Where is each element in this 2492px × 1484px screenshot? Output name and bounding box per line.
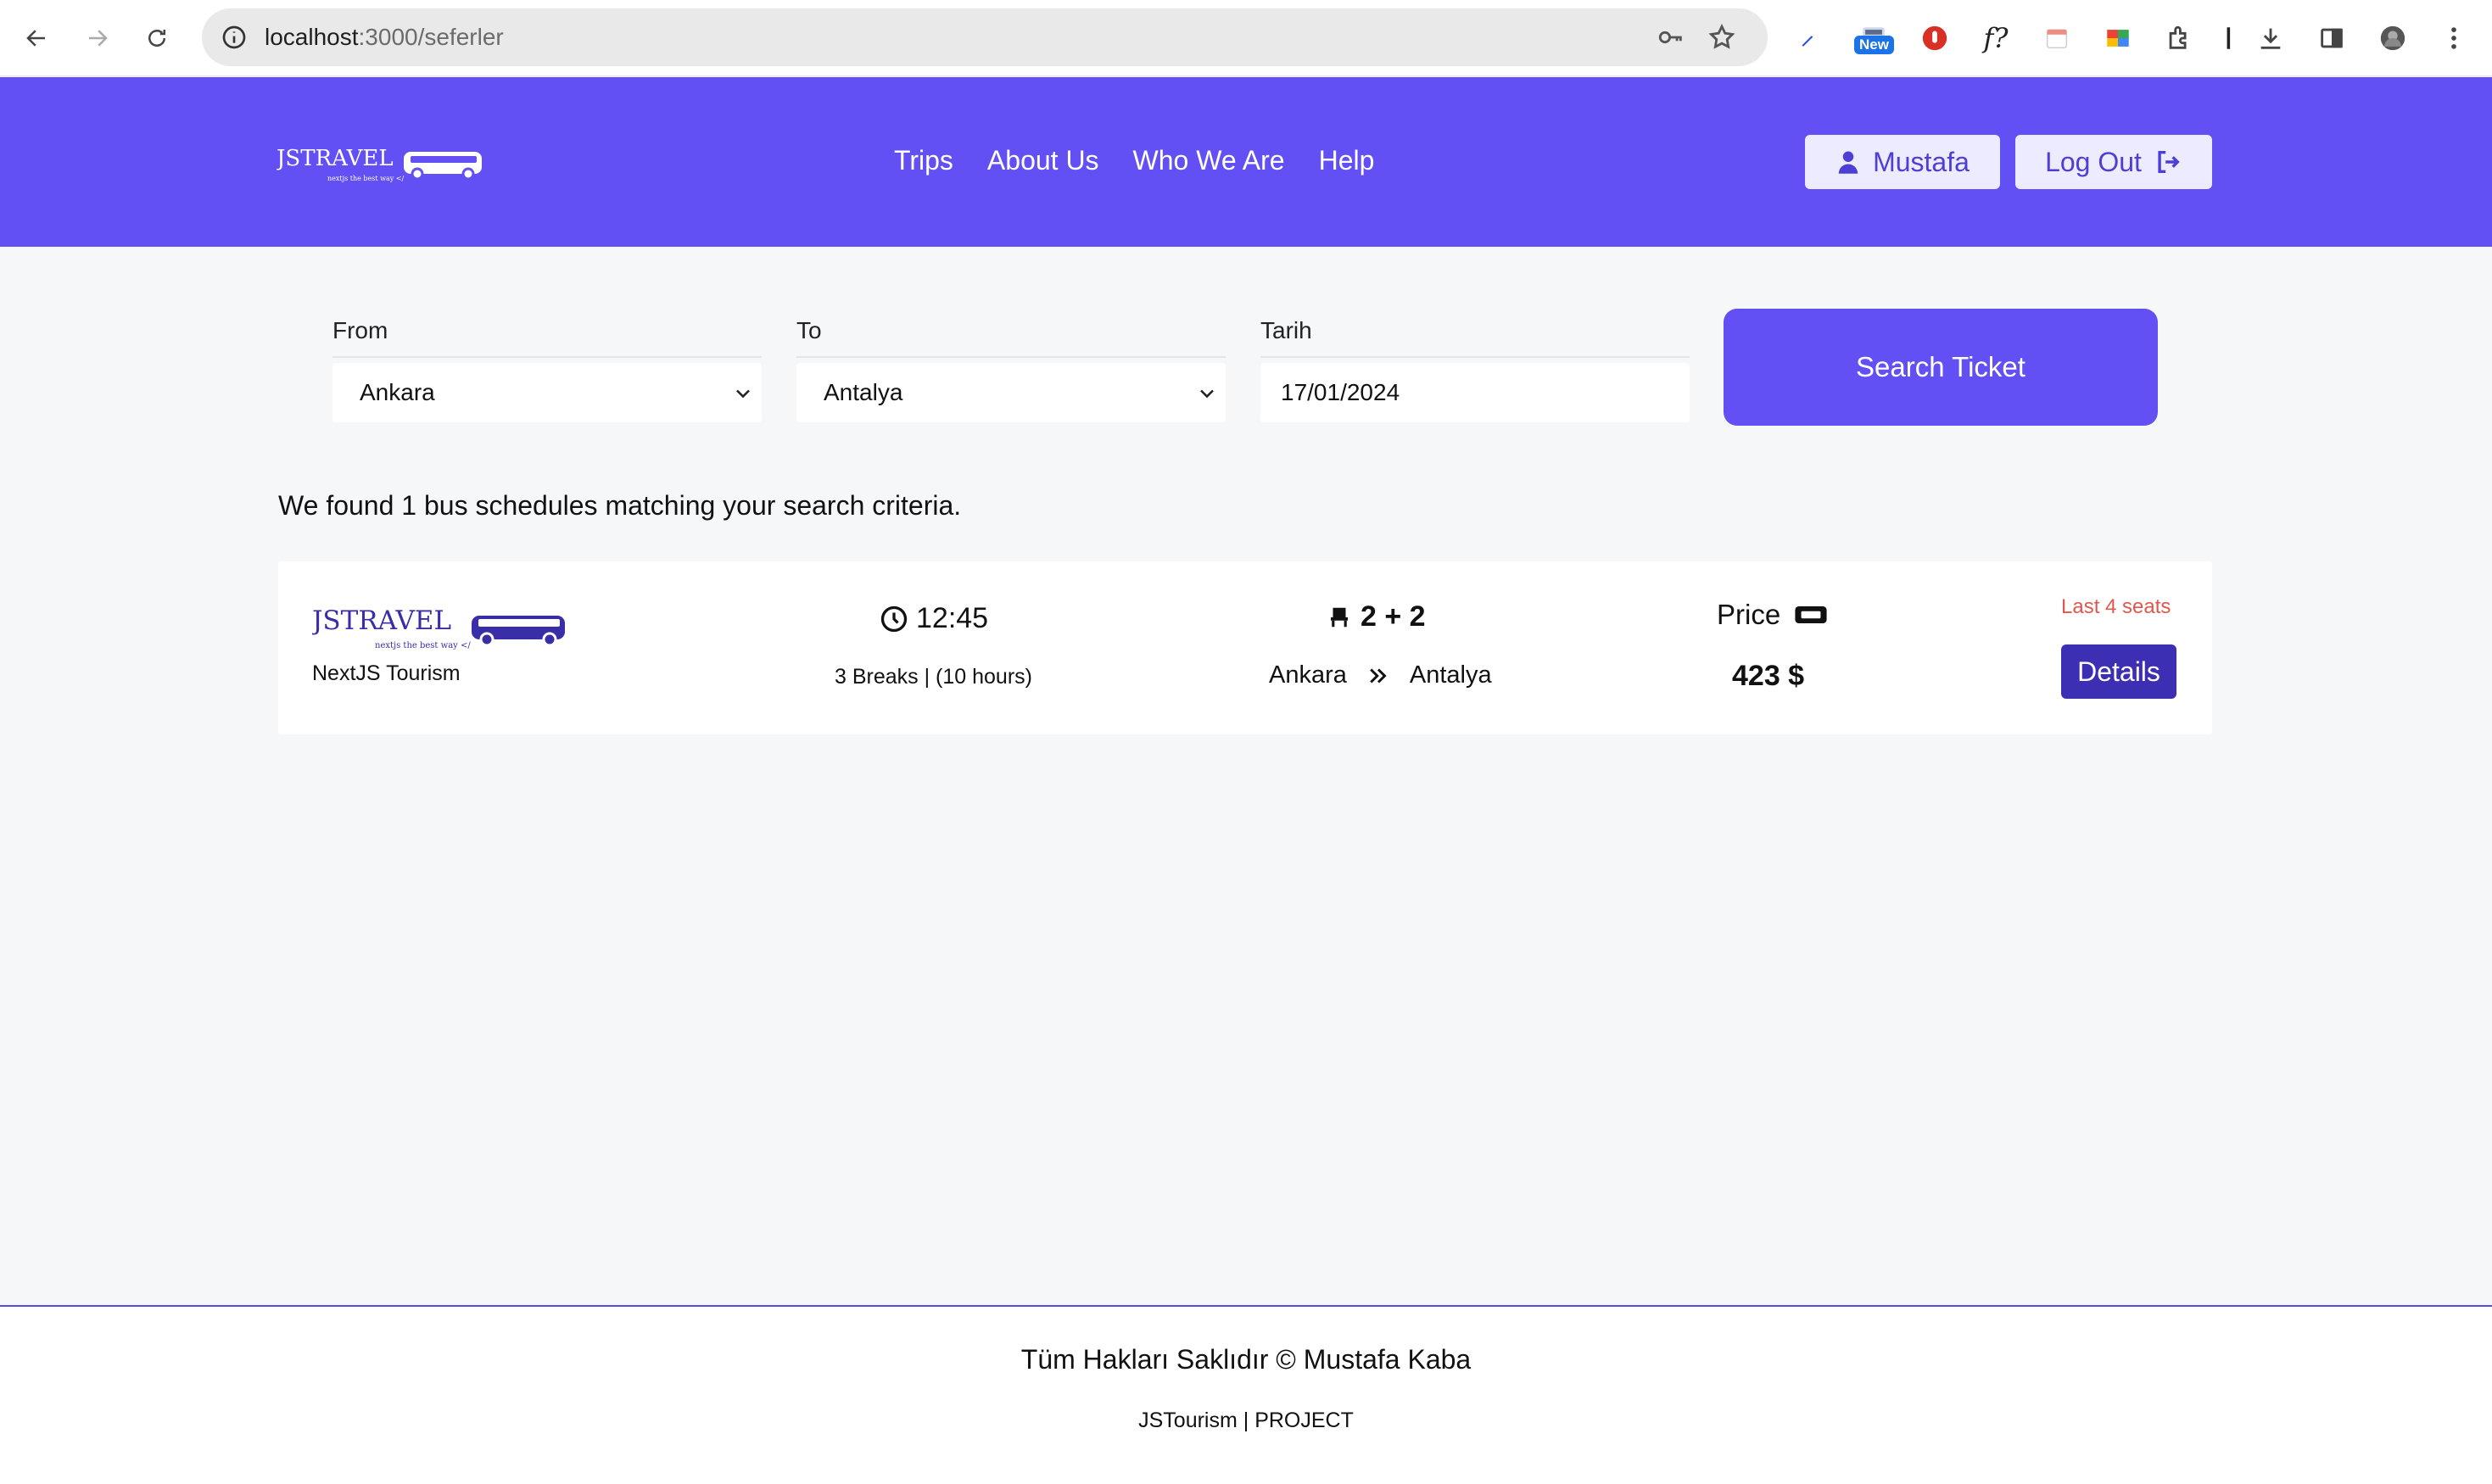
jstravel-logo[interactable]: JSTRAVEL nextjs the best way </ [277, 140, 485, 187]
breaks-duration: 3 Breaks | (10 hours) [835, 665, 1032, 689]
calendar-extension-icon[interactable] [2037, 19, 2076, 58]
logout-icon [2158, 150, 2180, 174]
formula-extension-icon[interactable]: f? [1976, 19, 2015, 58]
site-header: JSTRAVEL nextjs the best way </ Trips Ab… [0, 77, 2492, 247]
details-button[interactable]: Details [2061, 644, 2176, 699]
side-panel-icon[interactable] [2312, 19, 2351, 58]
footer-copyright: Tüm Hakları Saklıdır © Mustafa Kaba [1020, 1344, 1472, 1375]
card-logo-text: JSTRAVEL [312, 605, 451, 636]
logo-tagline: nextjs the best way </ [327, 175, 404, 182]
ticket-icon [1795, 606, 1827, 623]
nav-who-we-are[interactable]: Who We Are [1133, 145, 1285, 176]
from-value: Ankara [360, 379, 435, 405]
browser-toolbar: localhost:3000/seferler New f? [0, 0, 2492, 76]
departure-time: 12:45 [879, 602, 988, 635]
back-icon[interactable] [17, 19, 56, 58]
new-badge: New [1854, 36, 1894, 54]
price-value: 423 $ [1732, 660, 1805, 692]
price-label-text: Price [1717, 599, 1781, 630]
download-icon[interactable] [2251, 19, 2290, 58]
user-profile-button[interactable]: Mustafa [1805, 135, 2000, 189]
nav-help[interactable]: Help [1319, 145, 1375, 176]
seat-icon [1331, 607, 1348, 627]
adblock-extension-icon[interactable] [1915, 19, 1954, 58]
seat-layout-value: 2 + 2 [1361, 600, 1426, 633]
site-info-icon[interactable] [217, 20, 251, 54]
chevron-down-icon [1200, 389, 1214, 399]
logo-text: JSTRAVEL [277, 146, 394, 171]
date-value: 17/01/2024 [1281, 379, 1400, 405]
footer-project: JSTourism | PROJECT [1138, 1409, 1354, 1432]
date-label: Tarih [1260, 317, 1312, 343]
company-logo: JSTRAVEL nextjs the best way </ [312, 605, 565, 650]
bus-icon [472, 616, 565, 647]
to-value: Antalya [824, 379, 903, 405]
user-name: Mustafa [1873, 146, 1970, 177]
profile-avatar[interactable] [2373, 19, 2412, 58]
main-nav: Trips About Us Who We Are Help [894, 145, 1374, 176]
from-divider [332, 356, 762, 358]
nav-trips[interactable]: Trips [894, 145, 953, 176]
reload-icon[interactable] [137, 19, 176, 58]
company-name: NextJS Tourism [312, 661, 461, 685]
date-divider [1260, 356, 1690, 358]
forward-icon[interactable] [78, 19, 117, 58]
logout-button[interactable]: Log Out [2015, 135, 2212, 189]
to-divider [796, 356, 1226, 358]
departure-value: 12:45 [916, 602, 989, 634]
from-label: From [332, 317, 388, 343]
pen-extension-icon[interactable] [1790, 19, 1829, 58]
logout-label: Log Out [2045, 146, 2142, 177]
site-footer: Tüm Hakları Saklıdır © Mustafa Kaba JSTo… [0, 1305, 2492, 1484]
double-chevron-right-icon [1370, 667, 1387, 683]
trip-result-card: JSTRAVEL nextjs the best way </ NextJS T… [278, 561, 2212, 734]
url-text: localhost:3000/seferler [265, 24, 504, 50]
user-icon [1838, 151, 1858, 174]
bus-icon [404, 152, 482, 181]
bookmark-star-icon[interactable] [1705, 20, 1739, 54]
clock-icon [880, 605, 908, 632]
from-select[interactable]: Ankara [332, 363, 762, 422]
to-label: To [796, 317, 822, 343]
address-bar[interactable]: localhost:3000/seferler [202, 8, 1768, 66]
nav-about-us[interactable]: About Us [987, 145, 1099, 176]
card-logo-tagline: nextjs the best way </ [375, 641, 471, 650]
key-icon[interactable] [1654, 20, 1688, 54]
search-ticket-button[interactable]: Search Ticket [1724, 309, 2158, 426]
route-origin: Ankara [1269, 661, 1347, 689]
price-label: Price [1717, 599, 1828, 631]
results-summary: We found 1 bus schedules matching your s… [278, 490, 962, 521]
browser-menu-icon[interactable] [2434, 19, 2473, 58]
color-extension-icon[interactable] [2098, 19, 2137, 58]
route: Ankara Antalya [1269, 661, 1492, 689]
extensions-puzzle-icon[interactable] [2160, 19, 2199, 58]
chevron-down-icon [736, 389, 750, 399]
toolbar-divider [2209, 19, 2248, 58]
seat-layout: 2 + 2 [1327, 600, 1426, 633]
availability-note: Last 4 seats [2061, 595, 2171, 618]
route-destination: Antalya [1409, 661, 1492, 689]
date-input[interactable]: 17/01/2024 [1260, 363, 1690, 422]
to-select[interactable]: Antalya [796, 363, 1226, 422]
